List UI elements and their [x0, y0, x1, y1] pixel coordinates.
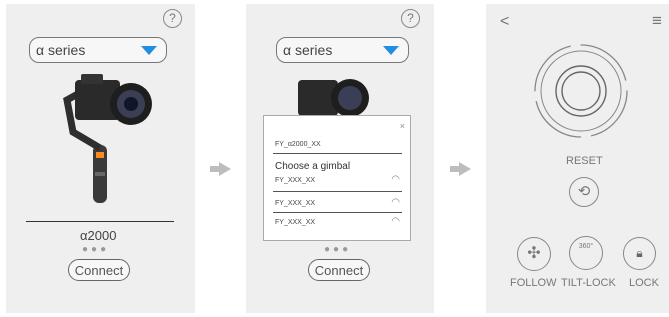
wifi-icon: ◠ [391, 216, 400, 227]
divider [273, 153, 402, 154]
choose-gimbal-dialog: × FY_α2000_XX Choose a gimbal FY_XXX_XX … [263, 115, 411, 241]
chevron-down-icon [141, 46, 157, 55]
series-dropdown-label: α series [283, 42, 333, 58]
flow-arrow-icon [210, 162, 231, 176]
close-icon[interactable]: × [400, 121, 405, 131]
gimbal-image [63, 74, 152, 203]
flow-arrow-icon [450, 162, 471, 176]
gimbal-image [298, 79, 369, 117]
divider [273, 212, 402, 213]
help-button[interactable]: ? [401, 9, 420, 28]
series-dropdown-label: α series [36, 42, 86, 58]
lock-icon: 🔒︎ [636, 246, 643, 260]
device-item-label[interactable]: FY_XXX_XX [275, 219, 315, 226]
reset-label: RESET [566, 155, 603, 167]
help-label: ? [169, 11, 176, 25]
follow-button[interactable]: ✣ [517, 237, 551, 271]
divider [26, 221, 174, 222]
current-device-label: FY_α2000_XX [275, 141, 321, 148]
device-item-label[interactable]: FY_XXX_XX [275, 200, 315, 207]
connect-button[interactable]: Connect [308, 259, 370, 281]
dialog-title: Choose a gimbal [275, 161, 351, 172]
lock-label: LOCK [629, 277, 659, 289]
tilt-lock-label: TILT-LOCK [561, 277, 616, 289]
model-label: α2000 [80, 228, 117, 243]
connect-button[interactable]: Connect [68, 259, 130, 281]
reset-button[interactable]: ⟲ [569, 177, 599, 207]
follow-icon: ✣ [527, 245, 541, 262]
tilt-badge: 360° [578, 243, 594, 250]
joystick-icon[interactable] [533, 43, 629, 139]
wifi-icon: ◠ [391, 174, 400, 185]
tilt-lock-button[interactable]: 360° [569, 236, 603, 270]
page-indicator: ●●● [324, 244, 352, 255]
device-item-label[interactable]: FY_XXX_XX [275, 177, 315, 184]
chevron-down-icon [383, 46, 399, 55]
divider [273, 191, 402, 192]
refresh-icon: ⟲ [577, 183, 591, 200]
help-button[interactable]: ? [163, 9, 182, 28]
lock-button[interactable]: 🔒︎ [623, 237, 656, 270]
follow-label: FOLLOW [510, 277, 557, 289]
wifi-icon: ◠ [391, 197, 400, 208]
series-dropdown[interactable]: α series [276, 37, 409, 63]
back-button[interactable]: < [500, 13, 509, 31]
help-label: ? [407, 11, 414, 25]
menu-button[interactable]: ≡ [652, 11, 662, 31]
page-indicator: ●●● [82, 244, 110, 255]
